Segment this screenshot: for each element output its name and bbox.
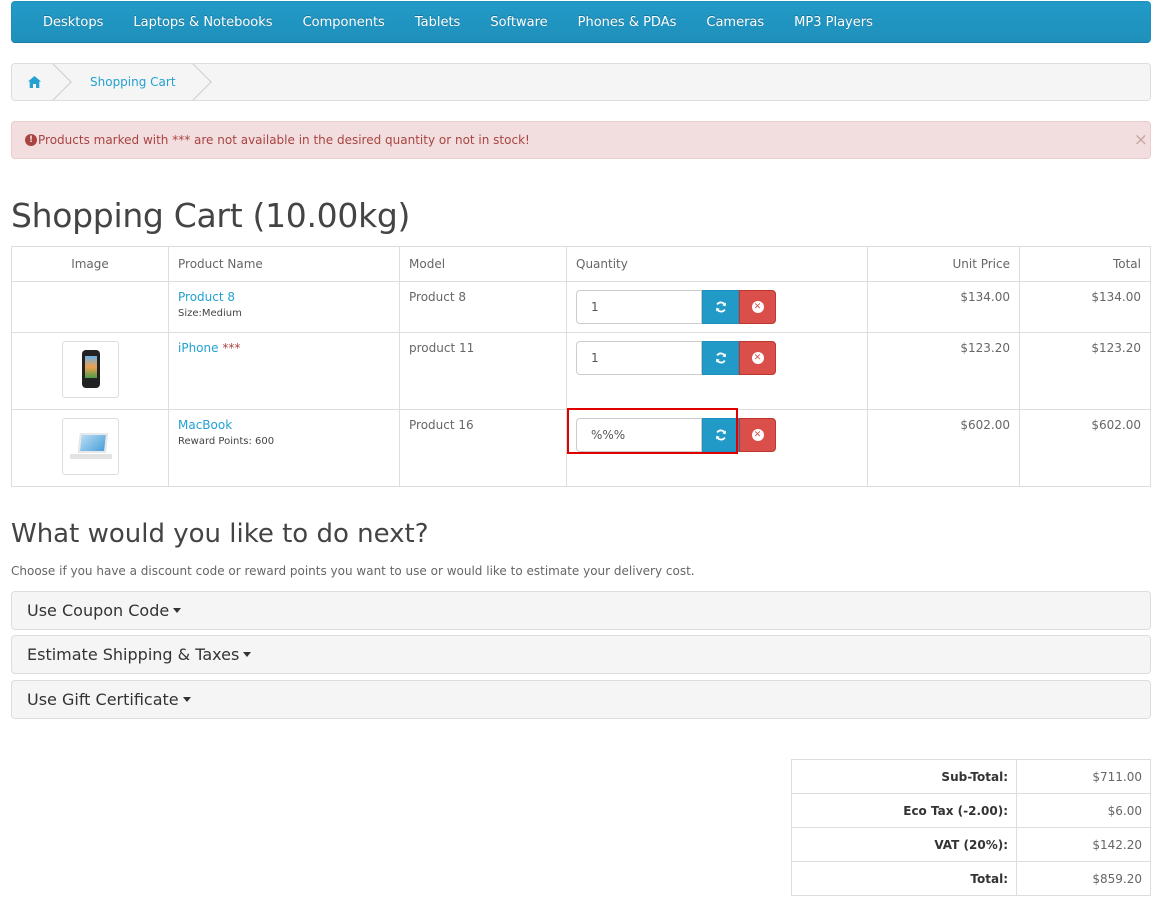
macbook-thumbnail[interactable]	[61, 418, 119, 475]
col-total: Total	[1019, 246, 1151, 282]
quantity-group: ✕	[576, 341, 858, 375]
product-model: Product 16	[399, 409, 567, 487]
nav-laptops-notebooks[interactable]: Laptops & Notebooks	[118, 15, 287, 30]
totals-value: $6.00	[1016, 793, 1151, 828]
table-row: iPhone *** product 11 ✕ $123.20 $123.20	[11, 332, 1151, 410]
caret-down-icon	[173, 608, 182, 613]
totals-row: Eco Tax (-2.00): $6.00	[791, 793, 1151, 828]
totals-row: VAT (20%): $142.20	[791, 827, 1151, 862]
col-product-name: Product Name	[168, 246, 400, 282]
quantity-group: ✕	[576, 418, 858, 452]
totals-value: $711.00	[1016, 759, 1151, 794]
nav-mp3-players[interactable]: MP3 Players	[779, 15, 888, 30]
totals-row: Total: $859.20	[791, 861, 1151, 896]
totals-label: VAT (20%):	[791, 827, 1017, 862]
caret-down-icon	[243, 652, 252, 657]
nav-phones-pdas[interactable]: Phones & PDAs	[563, 15, 692, 30]
line-total: $602.00	[1019, 409, 1151, 487]
alert-text: Products marked with *** are not availab…	[38, 133, 530, 147]
panel-title: Use Gift Certificate	[27, 690, 179, 709]
coupon-panel-toggle[interactable]: Use Coupon Code	[11, 591, 1151, 630]
caret-down-icon	[182, 697, 191, 702]
nav-components[interactable]: Components	[288, 15, 400, 30]
update-button[interactable]	[702, 290, 739, 324]
line-total: $123.20	[1019, 332, 1151, 410]
nav-desktops[interactable]: Desktops	[28, 15, 118, 30]
refresh-icon	[715, 352, 726, 364]
product-image-cell	[11, 281, 169, 333]
quantity-input[interactable]	[576, 290, 702, 324]
table-header-row: Image Product Name Model Quantity Unit P…	[11, 246, 1151, 282]
page-title: Shopping Cart (10.00kg)	[11, 196, 411, 235]
cart-table: Image Product Name Model Quantity Unit P…	[11, 246, 1151, 487]
product-image-cell	[11, 332, 169, 410]
update-button[interactable]	[702, 418, 739, 452]
col-unit-price: Unit Price	[867, 246, 1020, 282]
iphone-thumbnail[interactable]	[61, 341, 119, 398]
quantity-input[interactable]	[576, 418, 702, 452]
quantity-cell: ✕	[566, 281, 868, 333]
nav-cameras[interactable]: Cameras	[691, 15, 779, 30]
totals-label: Sub-Total:	[791, 759, 1017, 794]
refresh-icon	[715, 429, 726, 441]
table-row: Product 8 Size:Medium Product 8 ✕ $134.0…	[11, 281, 1151, 333]
product-link[interactable]: MacBook	[178, 418, 232, 432]
remove-button[interactable]: ✕	[739, 341, 776, 375]
unit-price: $602.00	[867, 409, 1020, 487]
line-total: $134.00	[1019, 281, 1151, 333]
product-name-cell: MacBook Reward Points: 600	[168, 409, 400, 487]
quantity-cell: ✕	[566, 332, 868, 410]
product-model: Product 8	[399, 281, 567, 333]
col-model: Model	[399, 246, 567, 282]
update-button[interactable]	[702, 341, 739, 375]
product-option: Reward Points: 600	[178, 436, 275, 447]
panel-title: Estimate Shipping & Taxes	[27, 645, 240, 664]
totals-label: Total:	[791, 861, 1017, 896]
quantity-cell: ✕	[566, 409, 868, 487]
top-menu: Desktops Laptops & Notebooks Components …	[11, 1, 1151, 43]
next-steps-title: What would you like to do next?	[11, 519, 429, 549]
product-link[interactable]: iPhone	[178, 341, 219, 355]
totals-table: Sub-Total: $711.00 Eco Tax (-2.00): $6.0…	[791, 759, 1151, 896]
exclamation-circle-icon: !	[25, 134, 37, 146]
breadcrumb-label[interactable]: Shopping Cart	[90, 75, 176, 89]
table-row: MacBook Reward Points: 600 Product 16 ✕ …	[11, 409, 1151, 487]
voucher-panel-toggle[interactable]: Use Gift Certificate	[11, 680, 1151, 719]
totals-row: Sub-Total: $711.00	[791, 759, 1151, 794]
times-circle-icon: ✕	[751, 352, 764, 364]
quantity-input[interactable]	[576, 341, 702, 375]
quantity-group: ✕	[576, 290, 858, 324]
totals-value: $859.20	[1016, 861, 1151, 896]
nav-tablets[interactable]: Tablets	[400, 15, 476, 30]
col-quantity: Quantity	[566, 246, 868, 282]
breadcrumb-shopping-cart[interactable]: Shopping Cart	[56, 64, 212, 100]
breadcrumb: Shopping Cart	[11, 63, 1151, 101]
unit-price: $134.00	[867, 281, 1020, 333]
refresh-icon	[715, 301, 726, 313]
product-link[interactable]: Product 8	[178, 290, 235, 304]
product-image-cell	[11, 409, 169, 487]
product-name-cell: iPhone ***	[168, 332, 400, 410]
totals-label: Eco Tax (-2.00):	[791, 793, 1017, 828]
product-option: Size:Medium	[178, 308, 242, 319]
next-steps-description: Choose if you have a discount code or re…	[11, 564, 695, 578]
breadcrumb-separator	[171, 64, 212, 100]
remove-button[interactable]: ✕	[739, 290, 776, 324]
product-model: product 11	[399, 332, 567, 410]
panel-title: Use Coupon Code	[27, 601, 170, 620]
nav-software[interactable]: Software	[475, 15, 562, 30]
times-circle-icon: ✕	[751, 301, 764, 313]
times-circle-icon: ✕	[751, 429, 764, 441]
close-icon[interactable]: ×	[1134, 130, 1148, 150]
stock-warning-alert: ! Products marked with *** are not avail…	[11, 121, 1151, 159]
remove-button[interactable]: ✕	[739, 418, 776, 452]
shipping-panel-toggle[interactable]: Estimate Shipping & Taxes	[11, 635, 1151, 674]
out-of-stock-marker: ***	[218, 341, 241, 355]
product-name-cell: Product 8 Size:Medium	[168, 281, 400, 333]
col-image: Image	[11, 246, 169, 282]
breadcrumb-home[interactable]	[12, 64, 72, 100]
unit-price: $123.20	[867, 332, 1020, 410]
totals-value: $142.20	[1016, 827, 1151, 862]
